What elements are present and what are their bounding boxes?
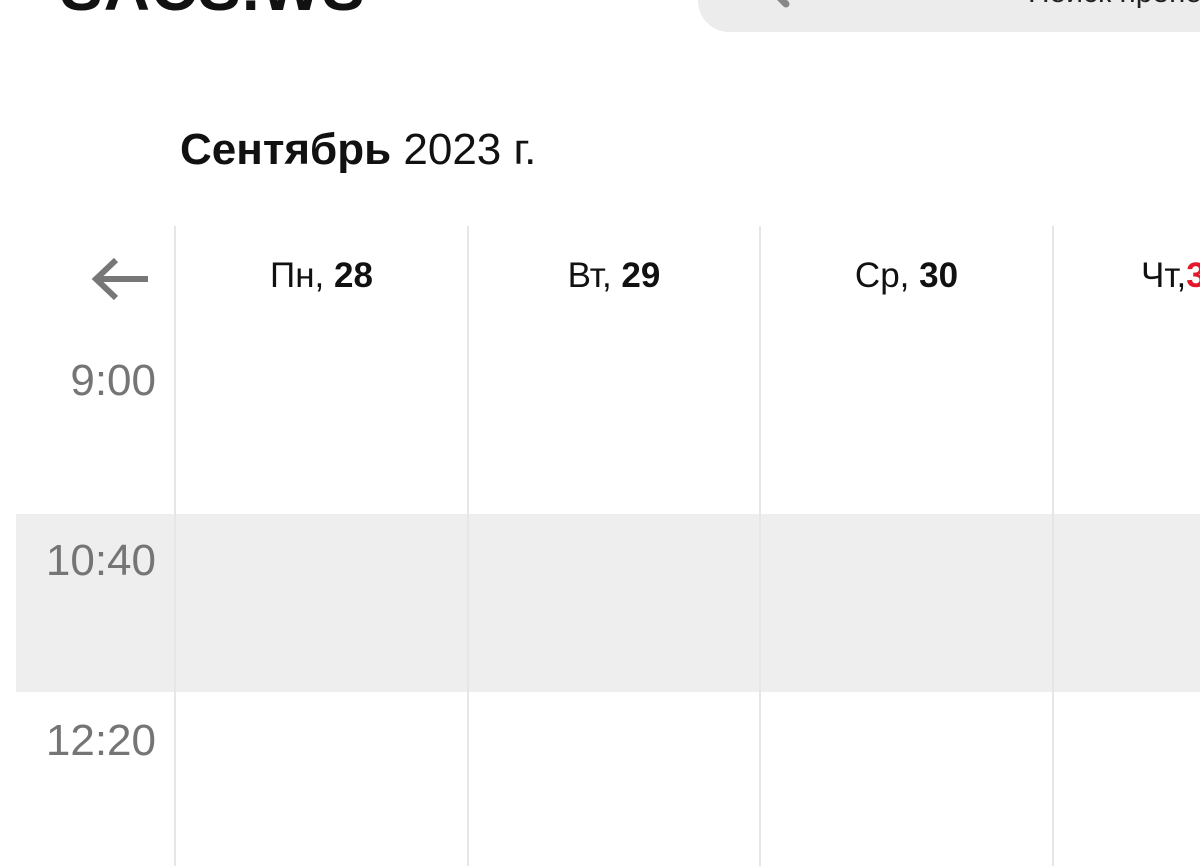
day-header-tue[interactable]: Вт, 29 — [469, 256, 759, 306]
slot-wed-0900[interactable] — [761, 334, 1052, 514]
time-label: 9:00 — [70, 356, 156, 405]
slot-mon-0900[interactable] — [176, 334, 467, 514]
search-icon — [777, 0, 790, 8]
month-name: Сентябрь — [180, 125, 392, 174]
day-header-wed[interactable]: Ср, 30 — [761, 256, 1052, 306]
arrow-left-icon — [91, 257, 148, 301]
day-weekday: Пн, — [270, 256, 325, 295]
slot-thu-0900[interactable] — [1054, 334, 1200, 514]
day-date: 28 — [334, 256, 373, 295]
search-placeholder: Поиск преподавателя — [1028, 0, 1200, 10]
day-date: 30 — [919, 256, 959, 295]
slot-mon-1040[interactable] — [176, 514, 467, 692]
day-header-thu[interactable]: Чт,31 — [1141, 256, 1200, 306]
day-date: 29 — [621, 256, 661, 295]
month-title: Сентябрь 2023 г. — [180, 125, 537, 174]
slot-tue-1220[interactable] — [469, 694, 759, 866]
slot-mon-1220[interactable] — [176, 694, 467, 866]
prev-week-button[interactable] — [88, 254, 154, 304]
day-header-mon[interactable]: Пн, 28 — [176, 256, 467, 306]
slot-thu-1220[interactable] — [1054, 694, 1200, 866]
slot-thu-1040[interactable] — [1054, 514, 1200, 692]
day-weekday: Ср, — [854, 256, 910, 295]
site-logo[interactable]: SACS.WS — [60, 0, 366, 20]
day-weekday: Чт, — [1141, 256, 1187, 295]
time-label: 12:20 — [45, 716, 156, 765]
day-weekday: Вт, — [567, 256, 612, 295]
slot-wed-1220[interactable] — [761, 694, 1052, 866]
slot-tue-0900[interactable] — [469, 334, 759, 514]
year-label: 2023 г. — [403, 125, 537, 174]
day-date-today: 31 — [1186, 256, 1200, 295]
slot-tue-1040[interactable] — [469, 514, 759, 692]
slot-wed-1040[interactable] — [761, 514, 1052, 692]
teacher-search-input[interactable]: Поиск преподавателя — [698, 0, 1200, 32]
time-label: 10:40 — [45, 536, 156, 585]
